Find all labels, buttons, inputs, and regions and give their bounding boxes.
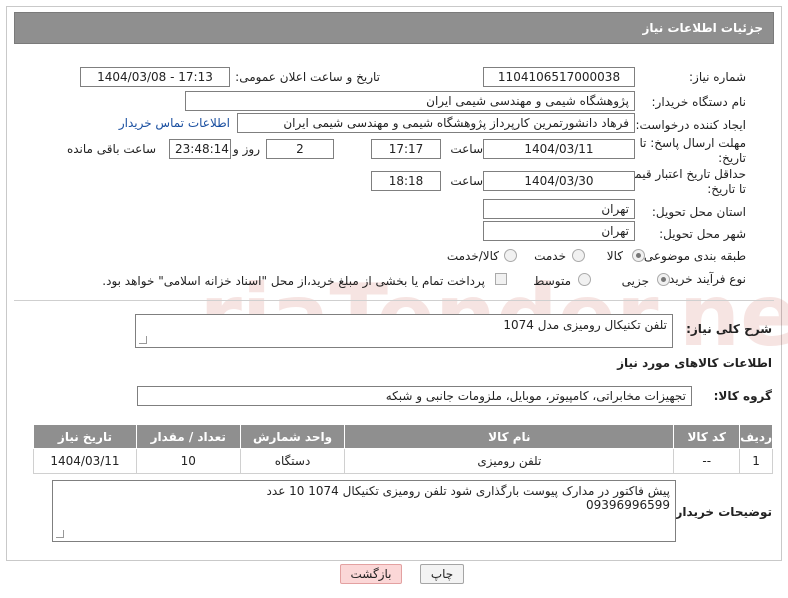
treasury-payment-checkbox[interactable] [495,273,507,285]
process-option-minor: جزیی [621,274,649,288]
category-option-goods: کالا [606,249,623,263]
category-option-service: خدمت [534,249,566,263]
validity-time-label: ساعت [450,174,483,188]
announce-label: تاریخ و ساعت اعلان عمومی: [235,70,380,84]
col-unit: واحد شمارش [239,424,346,449]
city-label: شهر محل تحویل: [659,227,746,241]
print-button[interactable]: چاپ [420,564,464,584]
cell-unit: دستگاه [239,448,346,474]
goods-table: ردیف کد کالا نام کالا واحد شمارش تعداد /… [33,424,773,474]
process-type-label: نوع فرآیند خرید : [661,272,746,286]
category-option-goods-service: کالا/خدمت [446,249,499,263]
buyer-notes-line1: پیش فاکتور در مدارک پیوست بارگذاری شود ت… [266,484,670,498]
validity-date-field: 1404/03/30 [483,171,635,191]
category-radio-goods[interactable] [632,249,645,262]
description-resize-grip[interactable] [139,336,147,344]
col-item-name: نام کالا [344,424,675,449]
description-text: تلفن تکنیکال رومیزی مدل 1074 [503,318,667,332]
col-item-code: کد کالا [673,424,741,449]
goods-group-label: گروه کالا: [713,389,772,403]
deadline-time-label: ساعت [450,142,483,156]
validity-label-line1: حداقل تاریخ اعتبار قیمت: [619,167,746,181]
city-field: تهران [483,221,635,241]
table-row: 1 -- تلفن رومیزی دستگاه 10 1404/03/11 [33,448,773,474]
remaining-time-field: 23:48:14 [169,139,231,159]
page-header: جزئیات اطلاعات نیاز [14,12,774,44]
description-textarea[interactable]: تلفن تکنیکال رومیزی مدل 1074 [135,314,673,348]
col-row-number: ردیف [739,424,773,449]
buyer-notes-label: توضیحات خریدار: [670,505,772,519]
remaining-time-label: ساعت باقی مانده [66,142,156,156]
buyer-org-field: پژوهشگاه شیمی و مهندسی شیمی ایران [185,91,635,111]
requester-label: ایجاد کننده درخواست: [635,118,746,132]
col-need-date: تاریخ نیاز [33,424,137,449]
process-radio-minor[interactable] [657,273,670,286]
requester-field: فرهاد دانشورتمرین کارپرداز پژوهشگاه شیمی… [237,113,635,133]
category-label: طبقه بندی موضوعی: [639,249,746,263]
province-field: تهران [483,199,635,219]
cell-row-number: 1 [739,448,773,474]
buyer-notes-resize-grip[interactable] [56,530,64,538]
category-radio-goods-service[interactable] [504,249,517,262]
deadline-label-line2: تاریخ: [718,151,746,165]
buyer-org-label: نام دستگاه خریدار: [651,95,747,109]
buyer-contact-link[interactable]: اطلاعات تماس خریدار [119,116,230,130]
province-label: استان محل تحویل: [651,205,746,219]
need-number-field: 1104106517000038 [483,67,635,87]
deadline-label-line1: مهلت ارسال پاسخ: تا [639,136,746,150]
goods-table-header-row: ردیف کد کالا نام کالا واحد شمارش تعداد /… [33,424,773,449]
deadline-time-field: 17:17 [371,139,441,159]
cell-need-date: 1404/03/11 [33,448,137,474]
announce-datetime-field: 1404/03/08 - 17:13 [80,67,230,87]
cell-item-code: -- [673,448,741,474]
days-remaining-field: 2 [266,139,334,159]
process-radio-medium[interactable] [578,273,591,286]
treasury-payment-note: پرداخت تمام یا بخشی از مبلغ خرید،از محل … [102,274,485,288]
description-label: شرح کلی نیاز: [686,322,772,336]
col-quantity: تعداد / مقدار [135,424,241,449]
validity-time-field: 18:18 [371,171,441,191]
section-divider [14,300,774,301]
deadline-date-field: 1404/03/11 [483,139,635,159]
process-option-medium: متوسط [533,274,571,288]
cell-item-name: تلفن رومیزی [344,448,675,474]
back-button[interactable]: بازگشت [340,564,402,584]
goods-group-field: تجهیزات مخابراتی، کامپیوتر، موبایل، ملزو… [137,386,692,406]
buyer-notes-textarea[interactable]: پیش فاکتور در مدارک پیوست بارگذاری شود ت… [52,480,676,542]
days-label: روز و [233,142,260,156]
validity-label-line2: تا تاریخ: [707,182,746,196]
cell-quantity: 10 [135,448,241,474]
category-radio-service[interactable] [572,249,585,262]
goods-section-title: اطلاعات کالاهای مورد نیاز [617,356,772,370]
buyer-notes-line2: 09396996599 [586,498,670,512]
need-number-label: شماره نیاز: [689,70,746,84]
